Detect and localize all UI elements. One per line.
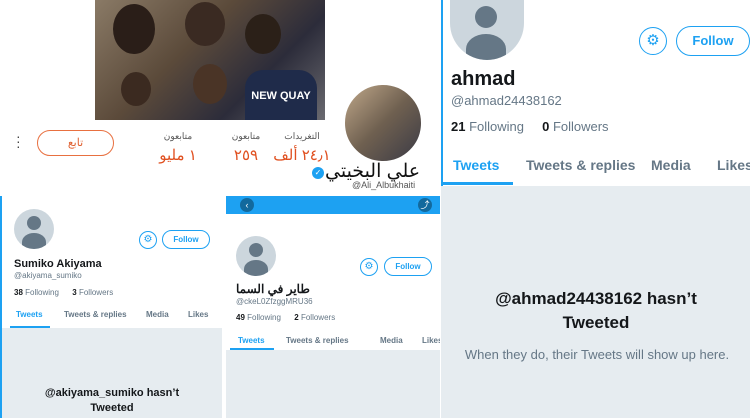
tab-media[interactable]: Media (380, 336, 422, 345)
tab-tweets[interactable]: Tweets (453, 157, 526, 173)
shirt-print: NEW QUAY (245, 70, 317, 120)
profile-tabs: Tweets Tweets & replies Media Likes (16, 310, 208, 319)
empty-state-message: When they do, their Tweets will show up … (464, 347, 730, 362)
header-photo: NEW QUAY (95, 0, 325, 120)
share-icon[interactable]: ⤴ (418, 198, 432, 212)
avatar[interactable] (450, 0, 524, 60)
tab-tweets[interactable]: Tweets (16, 310, 64, 319)
tab-tweets[interactable]: Tweets (238, 336, 286, 345)
profile-sumiko-panel: ⚙ Follow Sumiko Akiyama @akiyama_sumiko … (0, 196, 222, 418)
stat-following[interactable]: متابعون ٢٥٩ (220, 131, 272, 164)
following-stat[interactable]: 49 Following (236, 313, 281, 322)
profile-tayir-panel: ‹ ⤴ ⚙ Follow طاير في السما @ckeL0ZfzggMR… (226, 196, 440, 418)
active-tab-indicator (10, 326, 50, 328)
tab-media[interactable]: Media (146, 310, 188, 319)
avatar[interactable] (236, 236, 276, 276)
follow-stats: 38 Following 3 Followers (14, 288, 113, 297)
follow-button[interactable]: Follow (676, 26, 750, 56)
profile-tabs: Tweets Tweets & replies Media Likes (453, 157, 750, 173)
profile-tabs: Tweets Tweets & replies Media Likes (238, 336, 440, 345)
follow-button[interactable]: Follow (162, 230, 210, 249)
empty-state-title: @akiyama_sumiko hasn’t Tweeted (44, 387, 180, 414)
tab-likes[interactable]: Likes (188, 310, 208, 319)
gear-icon[interactable]: ⚙ (139, 231, 157, 249)
tab-tweets-replies[interactable]: Tweets & replies (64, 310, 146, 319)
gear-icon[interactable]: ⚙ (360, 258, 378, 276)
profile-name: Sumiko Akiyama (14, 258, 102, 270)
profile-handle: @akiyama_sumiko (14, 271, 82, 280)
more-icon[interactable]: · · · (16, 129, 22, 153)
follow-button[interactable]: Follow (384, 257, 432, 276)
active-tab-indicator (443, 182, 513, 185)
following-stat[interactable]: 38 Following (14, 288, 59, 297)
gear-icon[interactable]: ⚙ (639, 27, 667, 55)
avatar[interactable] (342, 82, 424, 164)
followers-stat[interactable]: 0 Followers (542, 119, 608, 134)
tab-tweets-replies[interactable]: Tweets & replies (526, 157, 651, 173)
follow-stats: 49 Following 2 Followers (236, 313, 335, 322)
tab-tweets-replies[interactable]: Tweets & replies (286, 336, 380, 345)
profile-ahmad-panel: ⚙ Follow ahmad @ahmad24438162 21 Followi… (441, 0, 750, 418)
avatar[interactable] (14, 209, 54, 249)
profile-header: ‹ ⤴ ⚙ Follow طاير في السما @ckeL0ZfzggMR… (226, 196, 440, 350)
profile-name: طاير في السما (236, 282, 310, 296)
profile-name: ahmad (451, 68, 516, 90)
top-bar (226, 196, 440, 214)
followers-stat[interactable]: 3 Followers (72, 288, 113, 297)
profile-header: ⚙ Follow ahmad @ahmad24438162 21 Followi… (441, 0, 750, 186)
follow-button[interactable]: تابع (37, 130, 114, 156)
tab-likes[interactable]: Likes (422, 336, 440, 345)
empty-state-title: @ahmad24438162 hasn’t Tweeted (495, 289, 697, 332)
back-arrow-icon[interactable]: ‹ (240, 198, 254, 212)
screenshot-collage: NEW QUAY · · · تابع متابعون ١ مليو متابعون… (0, 0, 750, 418)
profile-arabic-panel: NEW QUAY · · · تابع متابعون ١ مليو متابعون… (0, 0, 437, 192)
profile-handle: @ahmad24438162 (451, 93, 562, 108)
profile-header: ⚙ Follow Sumiko Akiyama @akiyama_sumiko … (2, 196, 222, 328)
tab-media[interactable]: Media (651, 157, 717, 173)
following-stat[interactable]: 21 Following (451, 119, 524, 134)
profile-handle: @ckeL0ZfzggMRU36 (236, 297, 313, 306)
followers-stat[interactable]: 2 Followers (294, 313, 335, 322)
active-tab-indicator (230, 348, 274, 350)
verified-icon: ✓ (312, 167, 324, 179)
tab-likes[interactable]: Likes (717, 157, 750, 173)
follow-stats: 21 Following 0 Followers (451, 119, 609, 134)
stat-followers[interactable]: متابعون ١ مليو (152, 131, 204, 164)
profile-handle: @Ali_Albukhaiti (352, 180, 416, 190)
